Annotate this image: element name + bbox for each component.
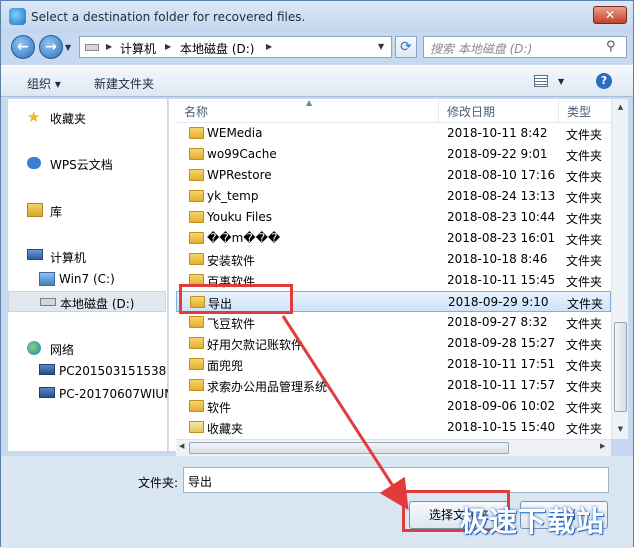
arrow-line bbox=[281, 315, 409, 511]
annotation-arrow bbox=[281, 315, 409, 511]
watermark-logo: 极速下载站 bbox=[460, 505, 606, 538]
